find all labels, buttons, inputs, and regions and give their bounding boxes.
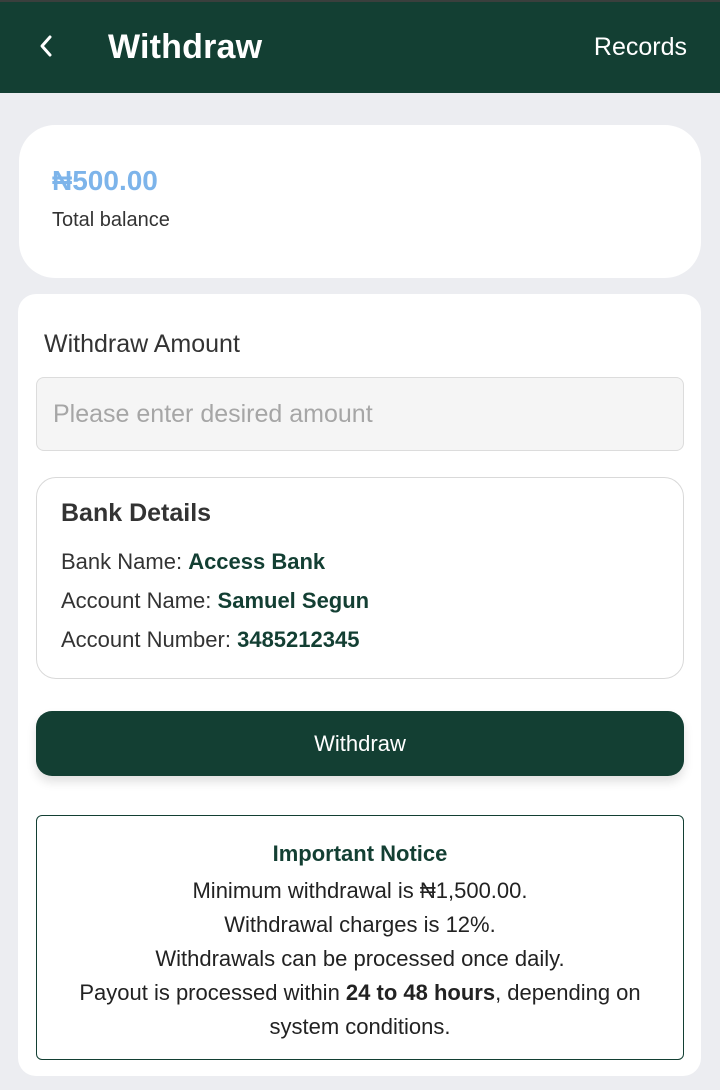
- notice-payout-hours: 24 to 48 hours: [345, 980, 496, 1005]
- withdraw-amount-input[interactable]: [36, 377, 684, 451]
- balance-amount: ₦500.00: [52, 165, 158, 196]
- notice-line-payout: Payout is processed within 24 to 48 hour…: [37, 976, 683, 1044]
- balance-label: Total balance: [52, 209, 170, 231]
- bank-name-value: Access Bank: [188, 549, 326, 574]
- notice-payout-pre: Payout is processed within: [79, 980, 346, 1005]
- account-number-row: Account Number: 3485212345: [61, 627, 359, 653]
- bank-details-title: Bank Details: [61, 499, 212, 527]
- balance-card: ₦500.00 Total balance: [19, 125, 701, 278]
- notice-title: Important Notice: [272, 841, 448, 866]
- bank-name-label: Bank Name:: [61, 549, 183, 574]
- notice-line-min-withdrawal: Minimum withdrawal is ₦1,500.00.: [192, 878, 528, 903]
- app-header: Withdraw Records: [0, 2, 720, 93]
- bank-details-box: Bank Details Bank Name: Access Bank Acco…: [36, 477, 684, 679]
- withdraw-button[interactable]: Withdraw: [36, 711, 684, 776]
- account-name-row: Account Name: Samuel Segun: [61, 588, 369, 614]
- notice-line-charges: Withdrawal charges is 12%.: [224, 912, 496, 937]
- account-name-label: Account Name:: [61, 588, 212, 613]
- account-number-label: Account Number:: [61, 627, 231, 652]
- records-link[interactable]: Records: [594, 33, 687, 62]
- page-title: Withdraw: [108, 28, 263, 66]
- account-number-value: 3485212345: [237, 627, 360, 652]
- withdraw-form-card: Withdraw Amount Bank Details Bank Name: …: [18, 294, 701, 1076]
- bank-name-row: Bank Name: Access Bank: [61, 549, 325, 575]
- withdraw-amount-label: Withdraw Amount: [44, 330, 240, 358]
- chevron-left-icon: [40, 35, 52, 57]
- back-button[interactable]: [28, 26, 64, 66]
- notice-line-frequency: Withdrawals can be processed once daily.: [155, 946, 565, 971]
- account-name-value: Samuel Segun: [217, 588, 370, 613]
- important-notice-box: Important Notice Minimum withdrawal is ₦…: [36, 815, 684, 1060]
